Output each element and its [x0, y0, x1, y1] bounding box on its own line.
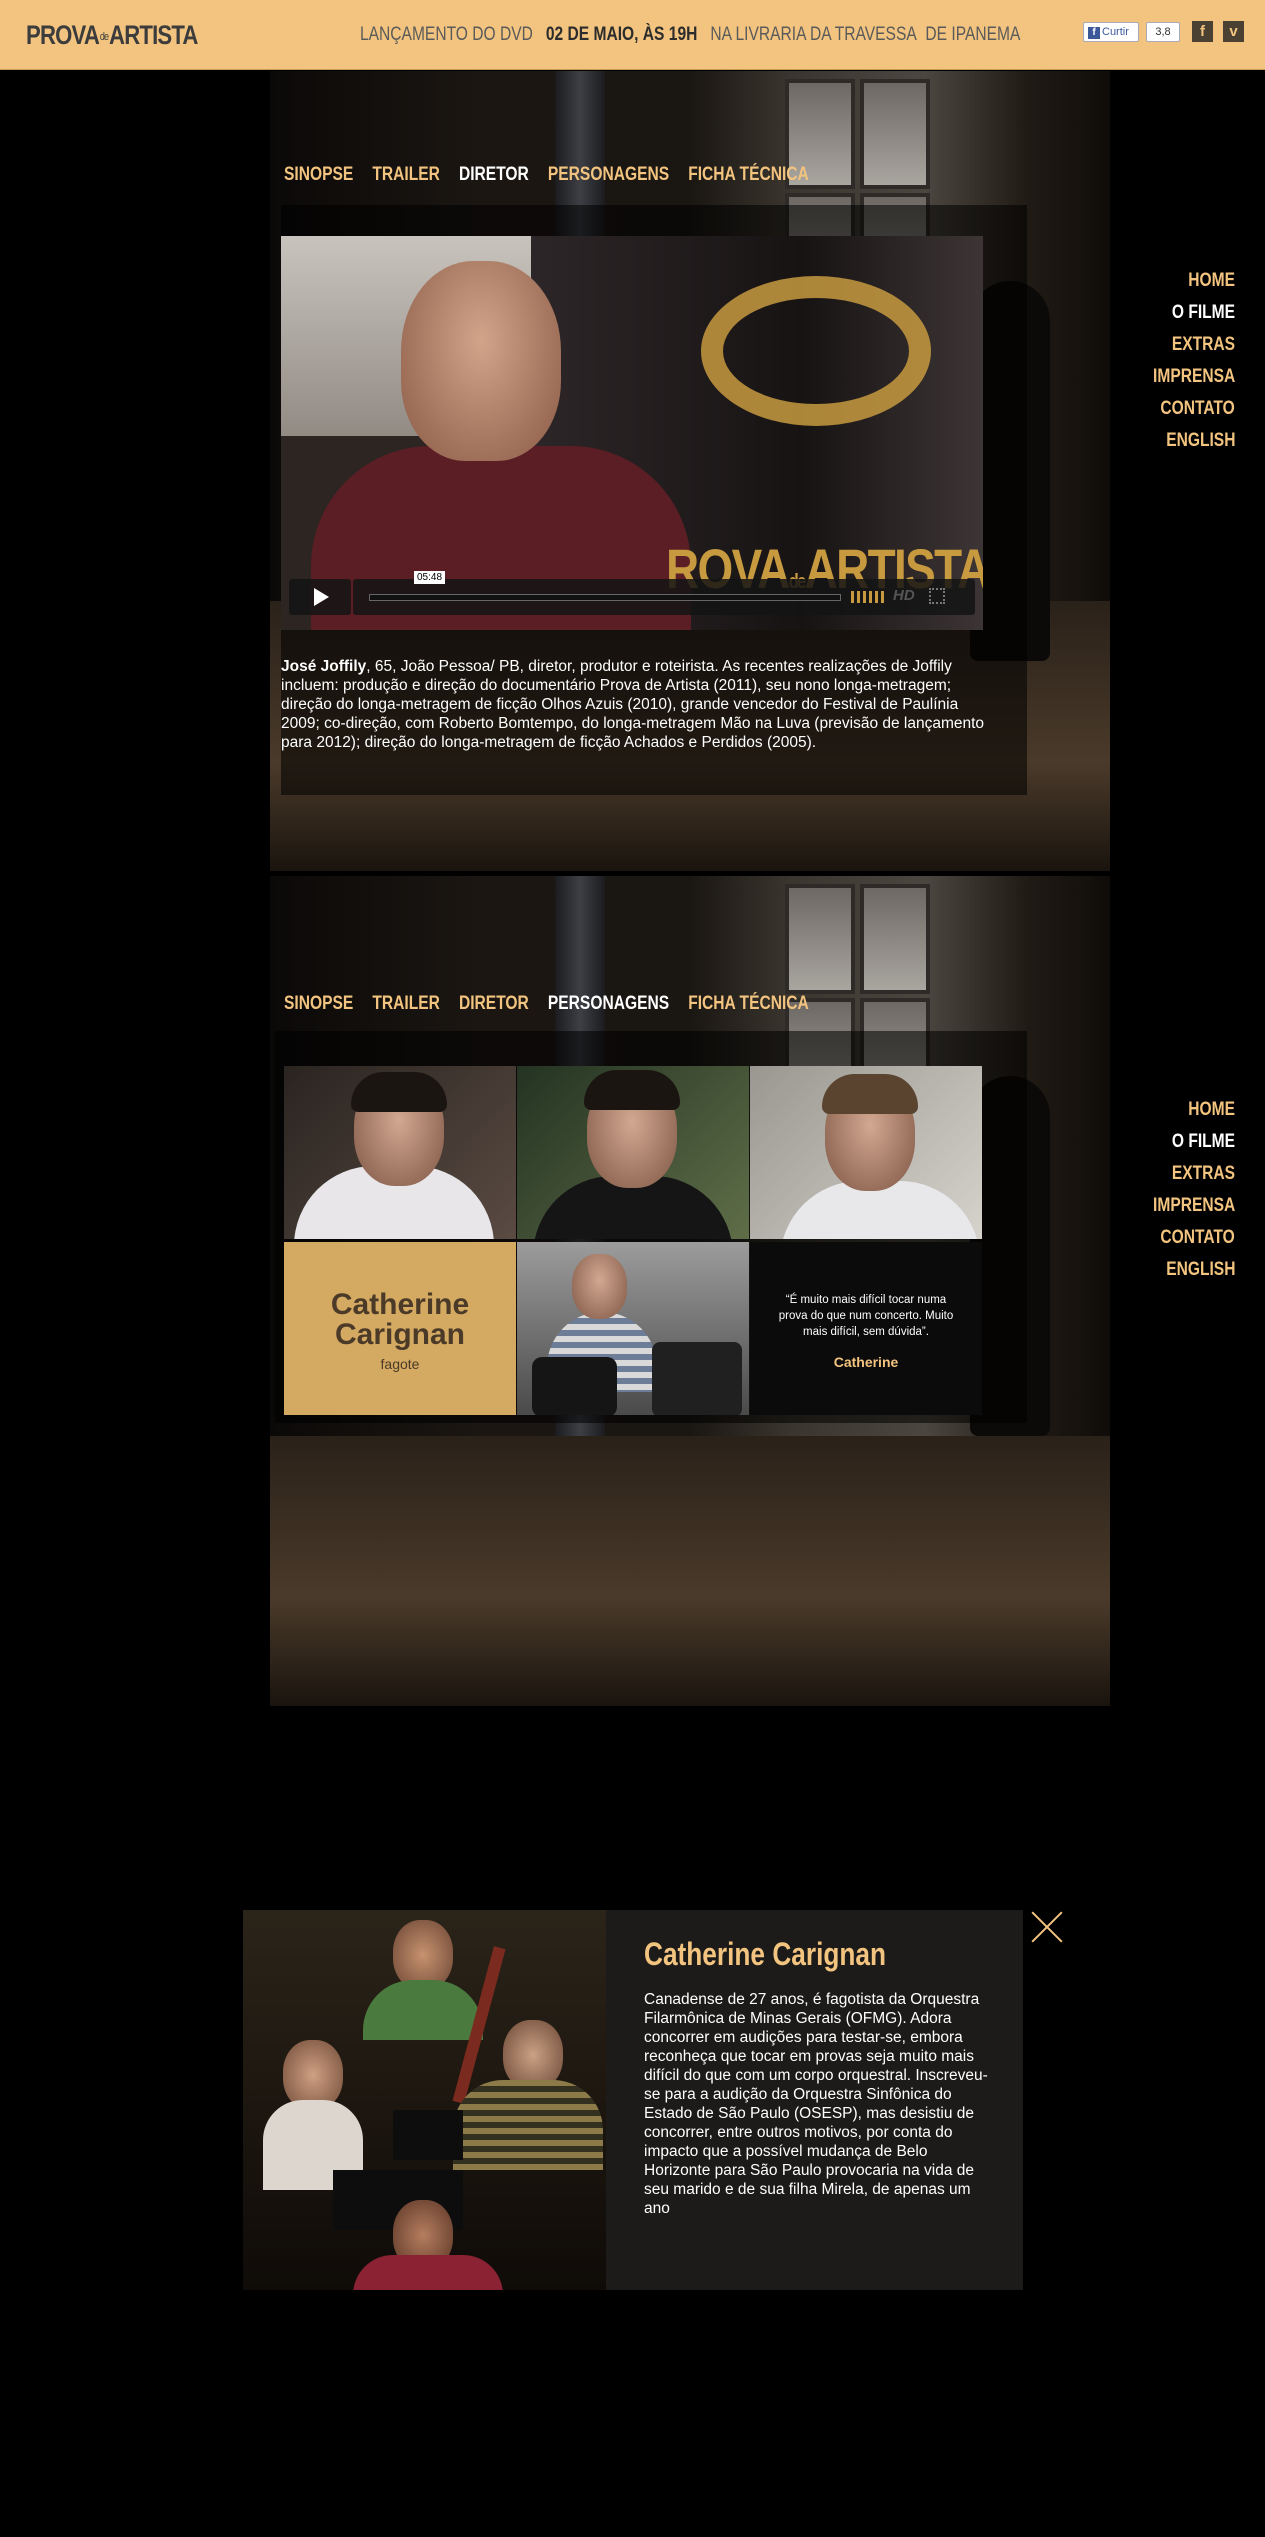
announce-venue: NA LIVRARIA DA TRAVESSA: [710, 24, 917, 45]
side-nav-top: HOME O FILME EXTRAS IMPRENSA CONTATO ENG…: [1095, 265, 1235, 457]
video-controls: 05:48 HD: [289, 571, 975, 615]
nav-o-filme-label: O FILME: [1171, 1131, 1235, 1152]
character-thumb-1[interactable]: [284, 1066, 516, 1239]
nav-o-filme[interactable]: O FILME: [1095, 1126, 1235, 1158]
nav-home-label: HOME: [1188, 270, 1235, 291]
video-player[interactable]: ROVAdeARTISTA 05:48 HD: [281, 236, 983, 630]
site-logo[interactable]: PROVAdeARTISTA: [26, 20, 235, 51]
nav-contato[interactable]: CONTATO: [1095, 393, 1235, 425]
character-card-name: Catherine Carignan: [284, 1290, 516, 1350]
nav-extras-label: EXTRAS: [1171, 334, 1235, 355]
director-name: José Joffily: [281, 658, 367, 675]
tab-trailer[interactable]: TRAILER: [372, 164, 440, 185]
character-thumb-3[interactable]: [750, 1066, 982, 1239]
facebook-like-button[interactable]: f Curtir: [1083, 22, 1139, 42]
nav-extras[interactable]: EXTRAS: [1095, 1158, 1235, 1190]
nav-home[interactable]: HOME: [1095, 1094, 1235, 1126]
quote-author: Catherine: [833, 1354, 899, 1370]
tab-ficha-tecnica[interactable]: FICHA TÉCNICA: [688, 993, 809, 1014]
nav-contato-label: CONTATO: [1160, 1227, 1235, 1248]
dvd-launch-announcement: LANÇAMENTO DO DVD 02 DE MAIO, ÀS 19H NA …: [360, 24, 1165, 46]
character-thumb-5[interactable]: [517, 1242, 749, 1415]
horn-illustration: [701, 276, 931, 426]
nav-o-filme-label: O FILME: [1171, 302, 1235, 323]
announce-launch: LANÇAMENTO DO DVD: [360, 24, 533, 45]
facebook-small-icon: f: [1088, 27, 1100, 39]
nav-contato[interactable]: CONTATO: [1095, 1222, 1235, 1254]
nav-contato-label: CONTATO: [1160, 398, 1235, 419]
character-card-catherine[interactable]: Catherine Carignan fagote: [284, 1242, 516, 1415]
announce-date: 02 DE MAIO, ÀS 19H: [545, 24, 698, 45]
character-first-name: Catherine: [330, 1288, 470, 1321]
nav-extras[interactable]: EXTRAS: [1095, 329, 1235, 361]
character-quote: “É muito mais difícil tocar numa prova d…: [778, 1294, 954, 1338]
nav-english-label: ENGLISH: [1165, 1259, 1235, 1280]
tab-sinopse[interactable]: SINOPSE: [284, 164, 353, 185]
orchestra-photo: [243, 1910, 606, 2290]
facebook-icon[interactable]: f: [1192, 21, 1213, 42]
tab-sinopse[interactable]: SINOPSE: [284, 993, 353, 1014]
nav-imprensa-label: IMPRENSA: [1152, 1195, 1235, 1216]
fullscreen-icon[interactable]: [929, 588, 945, 604]
logo-word-de: de: [99, 30, 109, 43]
top-bar: PROVAdeARTISTA LANÇAMENTO DO DVD 02 DE M…: [0, 0, 1265, 70]
nav-english[interactable]: ENGLISH: [1095, 425, 1235, 457]
quote-card: “É muito mais difícil tocar numa prova d…: [750, 1242, 982, 1415]
tab-ficha-tecnica[interactable]: FICHA TÉCNICA: [688, 164, 809, 185]
nav-imprensa[interactable]: IMPRENSA: [1095, 1190, 1235, 1222]
tab-trailer[interactable]: TRAILER: [372, 993, 440, 1014]
play-icon[interactable]: [289, 579, 351, 615]
control-bar: 05:48 HD: [353, 571, 975, 615]
side-nav-middle: HOME O FILME EXTRAS IMPRENSA CONTATO ENG…: [1095, 1094, 1235, 1286]
nav-imprensa[interactable]: IMPRENSA: [1095, 361, 1235, 393]
logo-word-artista: ARTISTA: [109, 20, 198, 50]
nav-o-filme[interactable]: O FILME: [1095, 297, 1235, 329]
tab-diretor[interactable]: DIRETOR: [459, 993, 529, 1014]
announce-place: DE IPANEMA: [925, 24, 1021, 45]
logo-word-prova: PROVA: [26, 20, 100, 50]
character-instrument: fagote: [380, 1356, 420, 1372]
character-modal: Catherine Carignan Canadense de 27 anos,…: [243, 1910, 1023, 2290]
modal-title-text: Catherine Carignan: [644, 1936, 887, 1972]
hd-toggle[interactable]: HD: [893, 587, 915, 604]
director-bio-text: , 65, João Pessoa/ PB, diretor, produtor…: [281, 658, 985, 751]
tab-bar-characters: SINOPSE TRAILER DIRETOR PERSONAGENS FICH…: [284, 993, 960, 1015]
tab-personagens[interactable]: PERSONAGENS: [548, 993, 669, 1014]
tab-diretor[interactable]: DIRETOR: [459, 164, 529, 185]
vimeo-icon[interactable]: v: [1223, 21, 1244, 42]
nav-english[interactable]: ENGLISH: [1095, 1254, 1235, 1286]
nav-extras-label: EXTRAS: [1171, 1163, 1235, 1184]
modal-description: Canadense de 27 anos, é fagotista da Orq…: [644, 1991, 988, 2217]
progress-track[interactable]: [369, 594, 841, 601]
volume-icon[interactable]: [851, 591, 887, 603]
close-icon[interactable]: [1030, 1910, 1064, 1944]
nav-home[interactable]: HOME: [1095, 265, 1235, 297]
timecode: 05:48: [414, 571, 446, 584]
nav-home-label: HOME: [1188, 1099, 1235, 1120]
character-thumb-2[interactable]: [517, 1066, 749, 1239]
tab-bar-director: SINOPSE TRAILER DIRETOR PERSONAGENS FICH…: [284, 164, 960, 186]
character-last-name: Carignan: [334, 1318, 466, 1351]
nav-imprensa-label: IMPRENSA: [1152, 366, 1235, 387]
like-label: Curtir: [1102, 26, 1129, 38]
modal-title: Catherine Carignan: [644, 1936, 939, 1973]
director-face: [401, 261, 561, 461]
tab-personagens[interactable]: PERSONAGENS: [548, 164, 669, 185]
like-count: 3,8: [1146, 22, 1180, 42]
director-bio: José Joffily, 65, João Pessoa/ PB, diret…: [281, 657, 987, 752]
nav-english-label: ENGLISH: [1165, 430, 1235, 451]
